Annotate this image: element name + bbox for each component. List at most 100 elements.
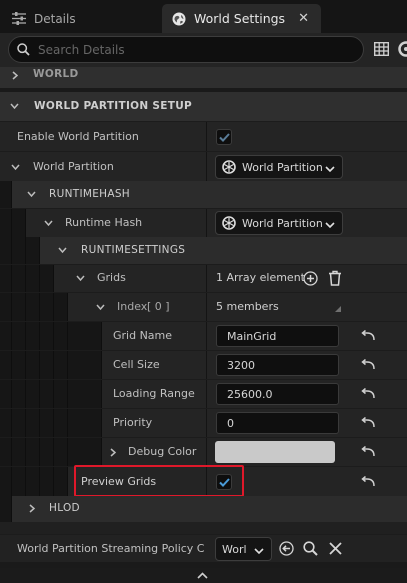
indent-gutter — [40, 438, 54, 466]
loading-range-field[interactable]: 25600.0 — [216, 383, 339, 405]
tab-details[interactable]: Details — [0, 4, 160, 33]
priority-label: Priority — [113, 416, 153, 429]
category-runtimesettings-label: RUNTIMESETTINGS — [81, 244, 186, 256]
reset-to-default-icon[interactable] — [361, 388, 375, 400]
index-number: [ 0 ] — [147, 300, 170, 313]
row-preview-grids: Preview Grids — [0, 466, 407, 496]
indent-gutter — [12, 351, 26, 379]
indent-gutter — [26, 467, 40, 496]
runtime-hash-combo[interactable]: World Partition — [215, 211, 343, 235]
row-loading-range: Loading Range 25600.0 — [0, 379, 407, 408]
chevron-right-icon[interactable] — [109, 448, 117, 460]
chevron-down-icon — [27, 190, 36, 201]
indent-gutter — [54, 438, 68, 466]
grid-name-field[interactable]: MainGrid — [216, 325, 339, 347]
chevron-down-icon[interactable] — [96, 303, 105, 314]
indent-gutter — [40, 351, 54, 379]
back-arrow-icon[interactable] — [279, 541, 294, 556]
index-members-count: 5 members — [216, 300, 279, 313]
indent-gutter — [0, 438, 12, 466]
streaming-policy-combo[interactable]: Worl — [215, 537, 272, 561]
indent-gutter — [26, 265, 40, 292]
grid-name-label: Grid Name — [113, 329, 173, 342]
indent-gutter — [26, 293, 40, 321]
chevron-down-icon[interactable] — [44, 219, 53, 230]
category-runtimehash[interactable]: RUNTIMEHASH — [0, 181, 407, 208]
reset-to-default-icon[interactable] — [361, 476, 375, 488]
debug-color-label: Debug Color — [128, 445, 197, 458]
indent-gutter — [54, 409, 68, 437]
category-world[interactable]: WORLD — [0, 67, 407, 88]
world-partition-combo[interactable]: World Partition — [215, 155, 343, 179]
priority-field[interactable]: 0 — [216, 412, 339, 434]
cell-size-field[interactable]: 3200 — [216, 354, 339, 376]
resize-grip-icon — [335, 306, 341, 312]
chevron-down-icon — [254, 545, 264, 558]
indent-gutter — [12, 438, 26, 466]
category-world-partition-setup-label: WORLD PARTITION SETUP — [34, 100, 193, 112]
indent-gutter — [54, 351, 68, 379]
indent-gutter — [26, 409, 40, 437]
tab-world-settings-label: World Settings — [194, 11, 286, 26]
preview-grids-label: Preview Grids — [81, 475, 157, 488]
indent-gutter — [0, 496, 12, 522]
indent-gutter — [26, 237, 40, 264]
column-divider — [206, 322, 207, 350]
row-world-partition: World Partition World Partition — [0, 151, 407, 181]
browse-search-icon[interactable] — [303, 541, 318, 556]
row-priority: Priority 0 — [0, 408, 407, 437]
indent-gutter — [0, 380, 12, 408]
footer-bar — [0, 568, 407, 583]
indent-gutter — [12, 409, 26, 437]
enable-world-partition-checkbox[interactable] — [216, 129, 232, 145]
debug-color-swatch[interactable] — [215, 441, 335, 463]
world-globe-icon — [172, 12, 186, 26]
chevron-down-icon — [58, 246, 67, 257]
check-icon — [218, 132, 230, 142]
indent-gutter — [54, 293, 68, 321]
search-input[interactable] — [38, 42, 338, 57]
row-grids: Grids 1 Array element — [0, 264, 407, 292]
indent-gutter — [26, 438, 40, 466]
table-view-icon[interactable] — [374, 42, 389, 56]
check-icon — [218, 477, 230, 487]
category-hlod[interactable]: HLOD — [0, 496, 407, 522]
chevron-up-icon[interactable] — [197, 572, 208, 579]
chevron-down-icon — [10, 102, 19, 113]
preview-grids-checkbox[interactable] — [216, 474, 232, 490]
indent-gutter — [40, 322, 54, 350]
tab-world-settings[interactable]: World Settings ✕ — [162, 4, 321, 33]
indent-gutter — [40, 265, 54, 292]
search-icon — [17, 43, 30, 56]
loading-range-label: Loading Range — [113, 387, 195, 400]
reset-to-default-icon[interactable] — [361, 330, 375, 342]
indent-gutter — [12, 322, 26, 350]
close-tab-icon[interactable]: ✕ — [298, 11, 309, 26]
world-partition-asset-icon — [222, 216, 236, 230]
indent-gutter — [68, 322, 102, 350]
reset-to-default-icon[interactable] — [361, 359, 375, 371]
reset-to-default-icon[interactable] — [361, 446, 375, 458]
chevron-down-icon[interactable] — [11, 163, 20, 174]
runtime-hash-value: World Partition — [242, 216, 323, 230]
trash-icon[interactable] — [328, 270, 342, 286]
column-divider — [206, 122, 207, 151]
settings-gear-icon[interactable] — [398, 41, 407, 57]
reset-to-default-icon[interactable] — [361, 417, 375, 429]
spacer — [0, 522, 407, 534]
category-runtimesettings[interactable]: RUNTIMESETTINGS — [0, 237, 407, 264]
add-element-icon[interactable] — [303, 271, 318, 286]
category-world-partition-setup[interactable]: WORLD PARTITION SETUP — [0, 92, 407, 121]
indent-gutter — [12, 209, 26, 237]
chevron-down-icon[interactable] — [76, 274, 85, 285]
indent-gutter — [40, 380, 54, 408]
world-partition-asset-icon — [222, 160, 236, 174]
indent-gutter — [0, 293, 12, 321]
row-index-0: Index [ 0 ] 5 members — [0, 292, 407, 321]
column-divider — [206, 265, 207, 292]
row-grid-name: Grid Name MainGrid — [0, 321, 407, 350]
indent-gutter — [0, 181, 12, 208]
search-box[interactable] — [8, 36, 364, 63]
column-divider — [206, 293, 207, 321]
clear-x-icon[interactable] — [329, 542, 342, 555]
